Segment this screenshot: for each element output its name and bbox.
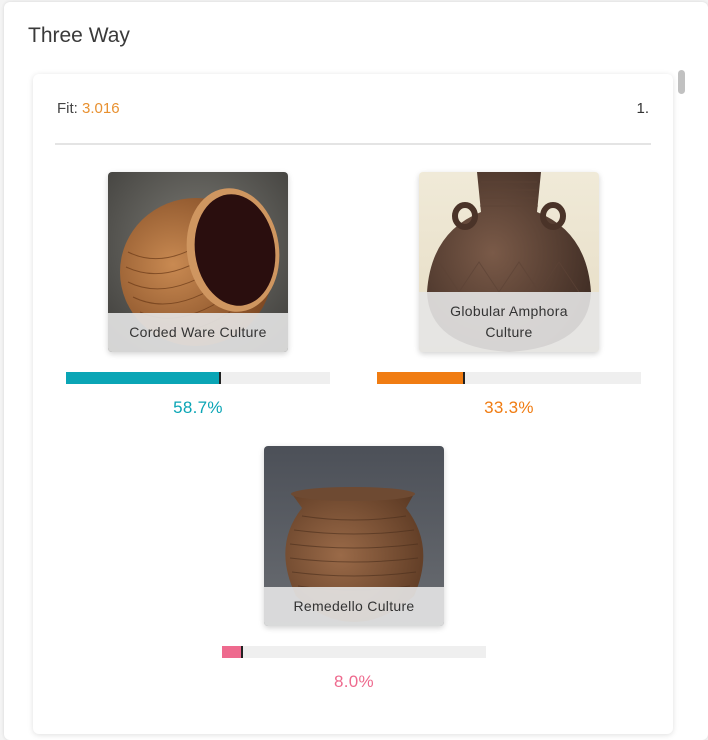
admixture-bar (222, 646, 486, 658)
population-name: Corded Ware Culture (108, 313, 288, 352)
component-globular-amphora: Globular Amphora Culture 33.3% (377, 172, 641, 418)
divider (55, 143, 651, 145)
three-way-panel: Three Way Fit: 3.016 1. Corded Ware Cult… (4, 2, 708, 740)
fit-value: 3.016 (82, 100, 120, 117)
section-title: Three Way (28, 24, 130, 47)
admixture-bar-fill (222, 646, 244, 658)
population-image-tile[interactable]: Remedello Culture (264, 446, 444, 626)
population-name: Remedello Culture (264, 587, 444, 626)
admixture-bar-fill (377, 372, 465, 384)
result-card: Fit: 3.016 1. Corded Ware Culture 58.7% … (33, 74, 673, 734)
admixture-percent: 8.0% (334, 672, 374, 691)
component-corded-ware: Corded Ware Culture 58.7% (66, 172, 330, 418)
admixture-percent: 58.7% (173, 398, 223, 417)
admixture-percent: 33.3% (484, 398, 534, 417)
population-image-tile[interactable]: Corded Ware Culture (108, 172, 288, 352)
scrollbar-track[interactable] (674, 68, 684, 740)
population-name: Globular Amphora Culture (419, 292, 599, 352)
result-rank: 1. (636, 100, 649, 117)
component-remedello: Remedello Culture 8.0% (222, 446, 486, 692)
fit-line: Fit: 3.016 (57, 100, 120, 117)
fit-label: Fit: (57, 100, 78, 117)
population-image-tile[interactable]: Globular Amphora Culture (419, 172, 599, 352)
scrollbar-thumb[interactable] (678, 70, 685, 94)
admixture-bar-fill (66, 372, 221, 384)
admixture-bar (66, 372, 330, 384)
admixture-bar (377, 372, 641, 384)
